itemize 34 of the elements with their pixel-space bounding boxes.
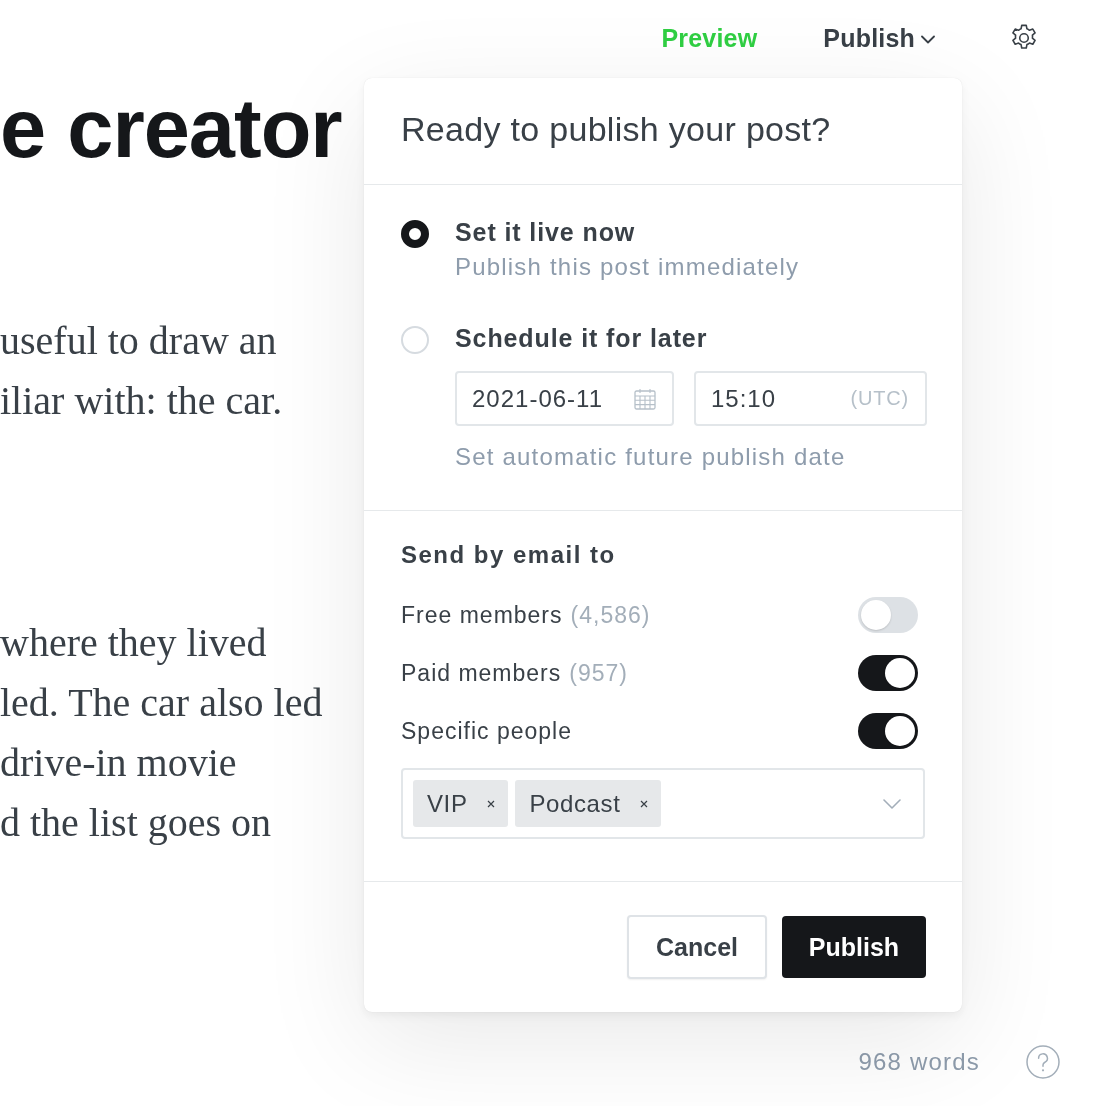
publish-button[interactable]: Publish [782, 916, 926, 978]
post-title: e creator [0, 84, 342, 174]
help-icon [1026, 1045, 1060, 1079]
tag-field[interactable]: VIP Podcast [401, 768, 925, 839]
time-field[interactable]: 15:10 (UTC) [694, 371, 927, 426]
option-label: Schedule it for later [455, 323, 709, 354]
remove-icon [640, 799, 649, 808]
popover-title: Ready to publish your post? [401, 109, 831, 150]
toggle-switch[interactable] [858, 655, 918, 691]
recipient-label: Specific people [401, 717, 572, 745]
body-paragraph: where they lived led. The car also led drive-in movie d the list goes on [0, 619, 323, 847]
option-description: Publish this post immediately [455, 252, 800, 282]
tag-chip[interactable]: VIP [413, 780, 509, 827]
radio-button[interactable] [401, 220, 429, 248]
toggle-switch[interactable] [858, 713, 918, 749]
member-count: (957) [569, 659, 628, 687]
member-count: (4,586) [570, 601, 651, 629]
word-count: 968 words [858, 1048, 980, 1076]
toggle-switch[interactable] [858, 597, 918, 633]
section-heading: Send by email to [401, 540, 617, 570]
body-paragraph: useful to draw an iliar with: the car. [0, 317, 283, 425]
chevron-down-icon [883, 798, 901, 809]
recipient-label: Free members [401, 601, 563, 629]
recipient-label: Paid members [401, 659, 562, 687]
cancel-button[interactable]: Cancel [627, 915, 767, 979]
option-label: Set it live now [455, 217, 637, 248]
timezone-label: (UTC) [850, 387, 909, 410]
field-hint: Set automatic future publish date [455, 442, 847, 472]
remove-icon [487, 799, 496, 808]
tag-chip[interactable]: Podcast [515, 780, 662, 827]
publish-menu-button[interactable]: Publish [823, 23, 935, 53]
date-field[interactable]: 2021-06-11 [455, 371, 674, 426]
caret-icon [921, 35, 935, 44]
calendar-icon [634, 387, 656, 410]
